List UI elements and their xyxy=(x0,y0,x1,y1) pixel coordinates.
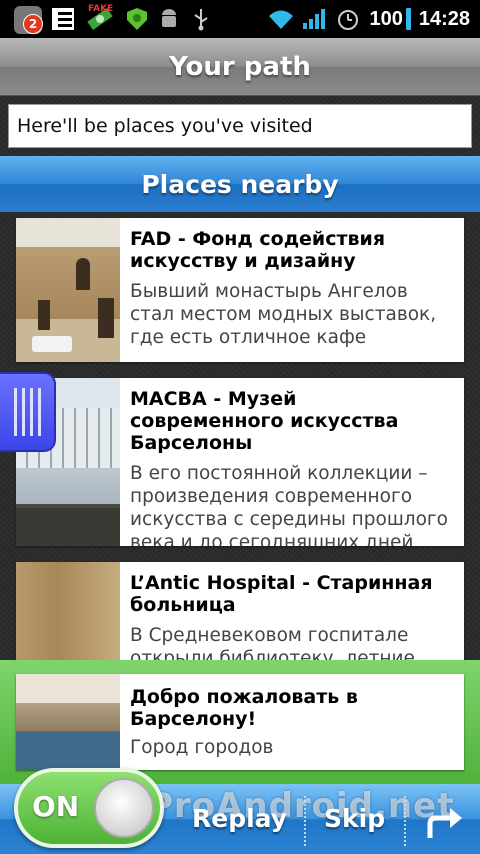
toggle-label: ON xyxy=(32,790,80,823)
visited-path-box[interactable]: Here'll be places you've visited xyxy=(8,104,472,148)
status-bar-system: 100 14:28 xyxy=(267,6,480,32)
welcome-subtitle: Город городов xyxy=(130,737,274,758)
places-nearby-header: Places nearby xyxy=(0,156,480,212)
place-card-fad[interactable]: FAD - Фонд содействия искусству и дизайн… xyxy=(16,218,464,362)
fake-gps-icon: FAKE xyxy=(82,4,118,32)
welcome-card-body: Добро пожаловать в Барселону! Город горо… xyxy=(120,674,464,770)
shield-icon xyxy=(124,6,150,32)
welcome-card[interactable]: Добро пожаловать в Барселону! Город горо… xyxy=(16,674,464,770)
wifi-icon xyxy=(267,6,294,32)
place-description: Бывший монастырь Ангелов стал местом мод… xyxy=(130,281,437,348)
place-card-macba[interactable]: MACBA - Музей современного искусства Бар… xyxy=(16,378,464,546)
skip-button[interactable]: Skip xyxy=(324,804,385,833)
turn-arrow-icon[interactable] xyxy=(424,806,464,840)
place-description: В его постоянной коллекции – произведени… xyxy=(130,463,448,546)
fake-label: FAKE xyxy=(88,4,114,14)
battery-indicator: 100 xyxy=(369,7,411,31)
barcelona-photo xyxy=(16,674,120,770)
place-title: L’Antic Hospital - Старинная больница xyxy=(130,572,433,616)
status-bar: 2 FAKE 100 14:28 xyxy=(0,0,480,38)
battery-icon xyxy=(405,8,411,30)
header-bar: Your path xyxy=(0,38,480,96)
places-nearby-title: Places nearby xyxy=(141,169,339,199)
usb-icon xyxy=(188,6,214,32)
place-card-body: MACBA - Музей современного искусства Бар… xyxy=(120,378,464,546)
welcome-title: Добро пожаловать в Барселону! xyxy=(130,686,358,730)
place-title: FAD - Фонд содействия искусству и дизайн… xyxy=(130,228,386,272)
notification-count: 2 xyxy=(23,14,43,34)
alarm-icon xyxy=(335,6,361,32)
visited-path-placeholder: Here'll be places you've visited xyxy=(17,115,313,137)
android-icon xyxy=(156,6,182,32)
page-title: Your path xyxy=(169,51,311,82)
clock: 14:28 xyxy=(418,7,470,30)
app-notification-icon: 2 xyxy=(14,4,44,34)
tracking-toggle[interactable]: ON xyxy=(14,768,164,848)
toggle-knob[interactable] xyxy=(94,778,154,838)
replay-button[interactable]: Replay xyxy=(192,804,287,833)
battery-percent: 100 xyxy=(369,7,403,30)
place-title: MACBA - Музей современного искусства Бар… xyxy=(130,388,399,454)
list-icon xyxy=(50,6,76,32)
status-bar-notifications: 2 FAKE xyxy=(0,4,214,34)
signal-icon xyxy=(301,6,327,32)
place-photo-fad xyxy=(16,218,120,362)
place-card-body: FAD - Фонд содействия искусству и дизайн… xyxy=(120,218,464,362)
side-drawer-handle[interactable] xyxy=(0,372,56,452)
